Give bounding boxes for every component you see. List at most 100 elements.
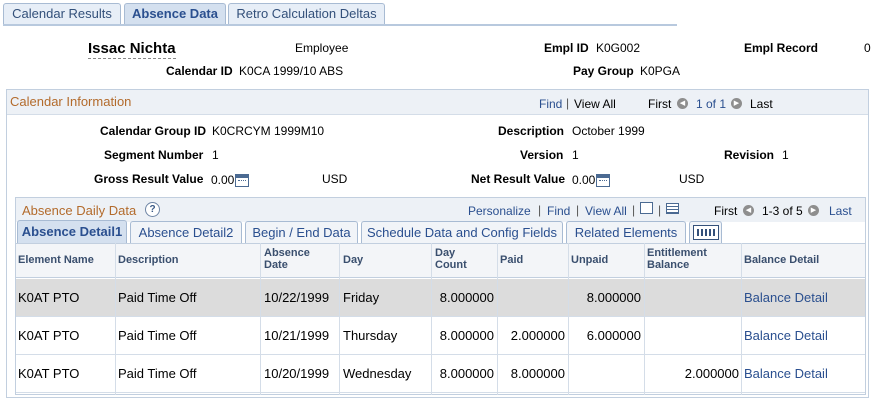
tab-retro-calculation-deltas[interactable]: Retro Calculation Deltas <box>228 3 385 25</box>
col-divider <box>339 243 340 395</box>
help-icon[interactable]: ? <box>145 201 160 217</box>
cell-entitlement-balance: 2.000000 <box>684 366 739 381</box>
balance-detail-link[interactable]: Balance Detail <box>744 366 828 381</box>
absence-find-link[interactable]: Find <box>547 204 570 218</box>
calendar-last-label: Last <box>750 97 773 111</box>
calendar-id-value: K0CA 1999/10 ABS <box>239 64 344 78</box>
col-paid: Paid <box>500 254 524 266</box>
tab-absence-detail1[interactable]: Absence Detail1 <box>17 220 127 244</box>
calendar-view-all-link[interactable]: View All <box>574 97 616 111</box>
cell-absence-date: 10/22/1999 <box>264 290 330 305</box>
cell-description: Paid Time Off <box>118 290 197 305</box>
right-arrow-icon[interactable]: ▶ <box>731 94 742 109</box>
cell-unpaid: 6.000000 <box>586 328 641 343</box>
cell-unpaid: 8.000000 <box>586 290 641 305</box>
calculator-icon[interactable] <box>596 173 610 187</box>
cell-element-name: K0AT PTO <box>18 366 80 381</box>
col-description: Description <box>118 254 179 266</box>
calendar-id-label: Calendar ID <box>166 64 233 78</box>
cell-day-count: 8.000000 <box>439 328 494 343</box>
absence-view-all-link[interactable]: View All <box>585 204 627 218</box>
absence-daily-data-title: Absence Daily Data <box>22 203 137 218</box>
separator: | <box>538 203 542 217</box>
col-divider <box>260 243 261 395</box>
calendar-first-label: First <box>648 97 672 111</box>
personalize-link[interactable]: Personalize <box>468 204 531 218</box>
version-label: Version <box>520 148 564 162</box>
new-window-icon[interactable] <box>640 201 653 215</box>
net-result-value-label: Net Result Value <box>471 172 566 186</box>
calendar-group-id-label: Calendar Group ID <box>100 124 207 138</box>
cell-element-name: K0AT PTO <box>18 290 80 305</box>
net-result-value: 0.00 <box>572 173 596 187</box>
cell-day-count: 8.000000 <box>439 366 494 381</box>
calendar-page-indicator: 1 of 1 <box>696 97 727 111</box>
cell-absence-date: 10/20/1999 <box>264 366 330 381</box>
tab-begin-end-data[interactable]: Begin / End Data <box>245 221 358 243</box>
employee-name[interactable]: Issac Nichta <box>88 40 176 59</box>
gross-result-value: 0.00 <box>211 173 235 187</box>
cell-description: Paid Time Off <box>118 366 197 381</box>
description-label: Description <box>498 124 565 138</box>
separator: | <box>632 203 636 217</box>
left-arrow-icon[interactable]: ◀ <box>743 201 754 216</box>
show-all-columns-icon[interactable] <box>689 221 722 243</box>
cell-paid: 2.000000 <box>510 328 565 343</box>
separator: | <box>658 203 662 217</box>
balance-detail-link[interactable]: Balance Detail <box>744 290 828 305</box>
revision-label: Revision <box>724 148 775 162</box>
col-divider <box>115 243 116 395</box>
col-element-name: Element Name <box>18 254 94 266</box>
tab-rule <box>3 24 677 26</box>
net-currency: USD <box>679 172 705 186</box>
segment-number-value: 1 <box>212 148 219 162</box>
cell-day: Wednesday <box>343 366 412 381</box>
revision-value: 1 <box>782 148 789 162</box>
absence-daily-data-header <box>16 198 865 222</box>
grid-download-icon[interactable] <box>666 201 679 215</box>
calculator-icon[interactable] <box>235 173 249 187</box>
cell-description: Paid Time Off <box>118 328 197 343</box>
calendar-group-id-value: K0CRCYM 1999M10 <box>212 124 325 138</box>
employee-role: Employee <box>295 41 349 55</box>
left-arrow-icon[interactable]: ◀ <box>677 94 688 109</box>
empl-id-label: Empl ID <box>544 41 589 55</box>
pay-group-value: K0PGA <box>640 64 681 78</box>
absence-last-link[interactable]: Last <box>829 204 852 218</box>
col-unpaid: Unpaid <box>571 254 609 266</box>
tab-absence-detail2[interactable]: Absence Detail2 <box>130 221 242 243</box>
tab-related-elements[interactable]: Related Elements <box>566 221 686 243</box>
absence-range-indicator: 1-3 of 5 <box>762 204 803 218</box>
col-day: Day <box>343 254 364 266</box>
col-divider <box>568 243 569 395</box>
pay-group-label: Pay Group <box>573 64 634 78</box>
calendar-information-title: Calendar Information <box>10 94 132 109</box>
empl-id-value: K0G002 <box>596 41 641 55</box>
empl-record-label: Empl Record <box>744 41 819 55</box>
gross-currency: USD <box>322 172 348 186</box>
separator: | <box>566 96 570 110</box>
right-arrow-icon[interactable]: ▶ <box>808 201 819 216</box>
col-day-count: Day Count <box>435 247 467 271</box>
gross-result-value-label: Gross Result Value <box>94 172 204 186</box>
tab-calendar-results[interactable]: Calendar Results <box>3 3 121 25</box>
tab-schedule-data-config-fields[interactable]: Schedule Data and Config Fields <box>361 221 563 243</box>
col-absence-date: Absence Date <box>264 247 310 271</box>
empl-record-value: 0 <box>864 41 871 55</box>
calendar-find-link[interactable]: Find <box>539 97 562 111</box>
description-value: October 1999 <box>572 124 645 138</box>
col-entitlement-balance: Entitlement Balance <box>647 247 707 271</box>
cell-day-count: 8.000000 <box>439 290 494 305</box>
cell-element-name: K0AT PTO <box>18 328 80 343</box>
cell-paid: 8.000000 <box>510 366 565 381</box>
cell-day: Friday <box>343 290 380 305</box>
segment-number-label: Segment Number <box>104 148 204 162</box>
separator: | <box>576 203 580 217</box>
balance-detail-link[interactable]: Balance Detail <box>744 328 828 343</box>
version-value: 1 <box>572 148 579 162</box>
tab-absence-data[interactable]: Absence Data <box>124 3 226 26</box>
absence-first-label: First <box>714 204 738 218</box>
cell-absence-date: 10/21/1999 <box>264 328 330 343</box>
col-balance-detail: Balance Detail <box>744 254 820 266</box>
col-divider <box>741 243 742 395</box>
